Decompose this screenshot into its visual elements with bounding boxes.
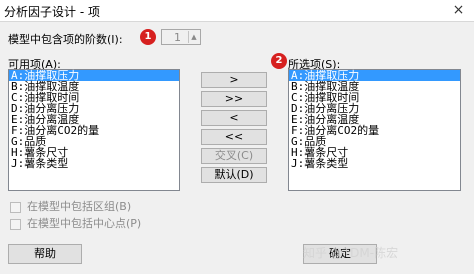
list-item[interactable]: J:薯条类型 bbox=[289, 158, 460, 169]
include-blocks-checkbox[interactable] bbox=[10, 201, 21, 213]
list-item[interactable]: J:薯条类型 bbox=[9, 158, 179, 169]
available-list[interactable]: A:油撑取压力 B:油撑取温度 C:油撑取时间 D:油分离压力 E:油分离温度 … bbox=[8, 69, 180, 191]
remove-all-button[interactable]: << bbox=[201, 129, 267, 145]
include-blocks-label: 在模型中包括区组(B) bbox=[27, 200, 132, 213]
selected-list[interactable]: A:油撑取压力 B:油撑取温度 C:油撑取时间 D:油分离压力 E:油分离温度 … bbox=[288, 69, 461, 191]
include-center-option[interactable]: 在模型中包括中心点(P) bbox=[10, 215, 141, 231]
order-value: 1 bbox=[174, 31, 181, 44]
title-bar: 分析因子设计 - 项 × bbox=[0, 0, 474, 22]
cross-button[interactable]: 交叉(C) bbox=[201, 148, 267, 164]
include-blocks-option[interactable]: 在模型中包括区组(B) bbox=[10, 198, 131, 214]
add-one-button[interactable]: > bbox=[201, 72, 267, 88]
spinner-arrow-icon[interactable]: ▲ bbox=[188, 31, 199, 43]
help-button[interactable]: 帮助 bbox=[8, 244, 82, 264]
close-icon[interactable]: × bbox=[443, 0, 474, 21]
annotation-badge-1: 1 bbox=[140, 29, 156, 45]
annotation-badge-2: 2 bbox=[271, 53, 287, 69]
add-all-button[interactable]: >> bbox=[201, 91, 267, 107]
order-spinner[interactable]: 1 ▲ bbox=[161, 29, 201, 45]
order-label: 模型中包含项的阶数(I): bbox=[8, 33, 123, 46]
default-button[interactable]: 默认(D) bbox=[201, 167, 267, 183]
remove-one-button[interactable]: < bbox=[201, 110, 267, 126]
ok-button[interactable]: 确定 bbox=[303, 244, 377, 264]
include-center-label: 在模型中包括中心点(P) bbox=[27, 217, 142, 230]
window-title: 分析因子设计 - 项 bbox=[4, 5, 100, 19]
include-center-checkbox[interactable] bbox=[10, 218, 21, 230]
